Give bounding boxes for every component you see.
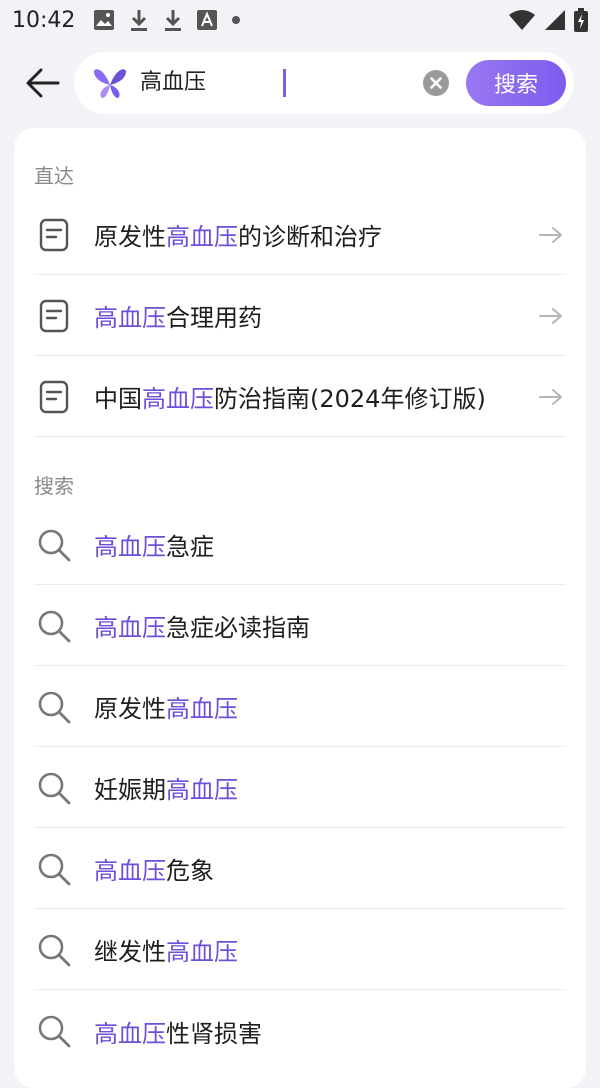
status-bar: 10:42 — [0, 0, 600, 40]
butterfly-logo-icon — [94, 69, 126, 98]
label-highlight: 高血压 — [94, 1019, 166, 1048]
search-suggestion-row[interactable]: 高血压急症 — [34, 505, 566, 585]
search-icon — [38, 934, 71, 966]
arrow-right-icon — [539, 388, 562, 405]
search-suggestion-row[interactable]: 高血压性肾损害 — [34, 991, 566, 1071]
image-icon — [94, 10, 115, 30]
direct-link-row[interactable]: 原发性高血压的诊断和治疗 — [34, 195, 566, 275]
label-suffix: 急症 — [166, 533, 214, 561]
download-icon — [131, 10, 148, 31]
search-icon — [38, 529, 71, 561]
wifi-icon — [509, 10, 535, 30]
search-icon — [38, 1015, 71, 1048]
search-icon — [38, 853, 71, 885]
font-icon — [197, 10, 218, 30]
text-cursor — [283, 69, 286, 97]
notification-icons — [93, 8, 241, 32]
row-label: 妊娠期高血压 — [94, 770, 566, 805]
label-suffix: 危象 — [166, 857, 214, 885]
label-highlight: 高血压 — [166, 776, 238, 804]
document-icon — [39, 380, 69, 413]
label-highlight: 高血压 — [94, 614, 166, 642]
label-suffix: 的诊断和治疗 — [238, 223, 382, 251]
arrow-right-icon — [539, 226, 562, 243]
search-box[interactable]: 搜索 — [74, 52, 574, 114]
section-header-search: 搜索 — [34, 474, 74, 498]
label-highlight: 高血压 — [94, 304, 166, 332]
label-highlight: 高血压 — [166, 938, 238, 966]
back-arrow-icon[interactable] — [24, 66, 62, 100]
search-suggestion-row[interactable]: 高血压急症必读指南 — [34, 586, 566, 666]
row-label: 原发性高血压的诊断和治疗 — [94, 217, 538, 252]
label-suffix: 合理用药 — [166, 304, 262, 332]
section-header-direct: 直达 — [34, 164, 74, 188]
search-input[interactable] — [140, 64, 410, 102]
label-prefix: 原发性 — [94, 223, 166, 251]
status-time: 10:42 — [12, 7, 76, 33]
row-label: 高血压合理用药 — [94, 298, 538, 333]
label-highlight: 高血压 — [94, 857, 166, 885]
row-label: 高血压急症必读指南 — [94, 608, 566, 643]
search-header: 搜索 — [0, 52, 600, 114]
arrow-right-icon — [539, 307, 562, 324]
search-suggestion-row[interactable]: 原发性高血压 — [34, 667, 566, 747]
label-suffix: 急症必读指南 — [166, 614, 310, 642]
label-highlight: 高血压 — [166, 695, 238, 723]
signal-icon — [545, 10, 565, 30]
row-label: 继发性高血压 — [94, 932, 566, 967]
row-label: 原发性高血压 — [94, 689, 566, 724]
clear-icon[interactable] — [423, 70, 449, 96]
label-prefix: 继发性 — [94, 938, 166, 966]
document-icon — [39, 218, 69, 251]
search-suggestion-row[interactable]: 高血压危象 — [34, 829, 566, 909]
row-label: 高血压危象 — [94, 851, 566, 886]
document-icon — [39, 299, 69, 332]
label-highlight: 高血压 — [166, 223, 238, 251]
search-icon — [38, 691, 71, 723]
dot-icon — [232, 16, 241, 24]
row-label: 高血压性肾损害 — [94, 1014, 566, 1049]
label-prefix: 妊娠期 — [94, 776, 166, 804]
direct-link-row[interactable]: 高血压合理用药 — [34, 276, 566, 356]
direct-link-row[interactable]: 中国高血压防治指南(2024年修订版) — [34, 357, 566, 437]
label-prefix: 中国 — [94, 385, 142, 413]
search-button[interactable]: 搜索 — [466, 60, 566, 106]
search-icon — [38, 610, 71, 642]
label-prefix: 原发性 — [94, 695, 166, 723]
label-highlight: 高血压 — [94, 533, 166, 561]
label-suffix: 性肾损害 — [166, 1019, 262, 1048]
row-label: 中国高血压防治指南(2024年修订版) — [94, 379, 538, 414]
download-icon — [165, 10, 182, 31]
label-suffix: 防治指南(2024年修订版) — [214, 385, 486, 413]
search-icon — [38, 772, 71, 804]
suggestion-card: 直达 原发性高血压的诊断和治疗 高血压合理用药 中国高血压防治指南(2024年修订版… — [14, 128, 586, 1088]
search-suggestion-row[interactable]: 继发性高血压 — [34, 910, 566, 990]
search-suggestion-row[interactable]: 妊娠期高血压 — [34, 748, 566, 828]
row-label: 高血压急症 — [94, 527, 566, 562]
battery-icon — [574, 8, 588, 32]
system-icons — [508, 8, 588, 32]
label-highlight: 高血压 — [142, 385, 214, 413]
